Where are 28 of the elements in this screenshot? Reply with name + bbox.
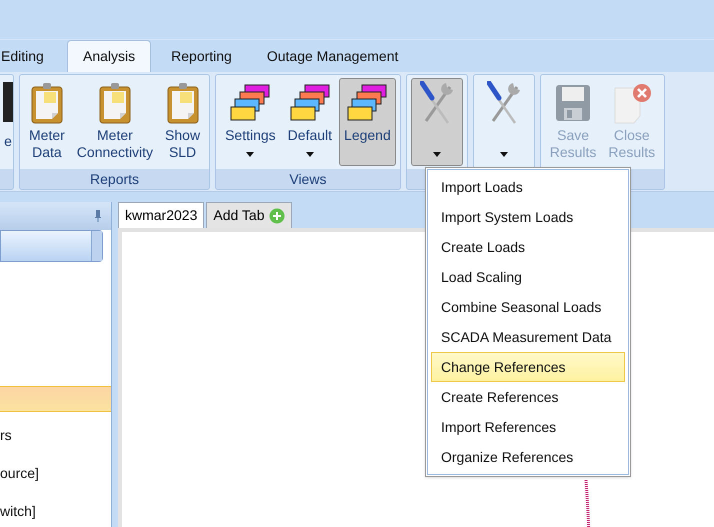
ribbon-tab[interactable]: Reporting [156, 40, 247, 72]
tree-row[interactable]: witch] [0, 496, 111, 527]
ribbon-button[interactable]: Meter Connectivity [72, 78, 158, 166]
ribbon-button[interactable]: Meter Data [24, 78, 70, 166]
menu-item[interactable]: Import System Loads [431, 202, 625, 232]
ribbon-tab[interactable]: Editing [0, 40, 62, 72]
menu-item[interactable]: Import References [431, 412, 625, 442]
menu-item[interactable]: Create Loads [431, 232, 625, 262]
menu-item[interactable]: Combine Seasonal Loads [431, 292, 625, 322]
ribbon-tab[interactable]: Analysis [67, 40, 152, 72]
menu-item[interactable]: Change References [431, 352, 625, 382]
tree-row[interactable]: ource] [0, 458, 111, 489]
ribbon-button[interactable]: Legend [339, 78, 396, 166]
group-label: Reports [90, 170, 140, 189]
menu-item[interactable]: Import Loads [431, 172, 625, 202]
menu-item[interactable]: SCADA Measurement Data [431, 322, 625, 352]
ribbon-button[interactable]: Default [282, 78, 338, 166]
ribbon-button[interactable]: Settings [220, 78, 281, 166]
group-label: Views [289, 170, 326, 188]
document-tab[interactable]: Add Tab [206, 202, 292, 228]
ribbon-button[interactable]: Show SLD [160, 78, 206, 166]
menu-item[interactable]: Load Scaling [431, 262, 625, 292]
menu-item[interactable]: Organize References [431, 442, 625, 472]
menu-item[interactable]: Create References [431, 382, 625, 412]
ribbon-button[interactable]: e [3, 78, 13, 166]
document-tab[interactable]: kwmar2023 [118, 202, 204, 228]
ribbon-tab[interactable]: Outage Management [252, 40, 414, 72]
tree-row[interactable]: rs [0, 420, 111, 450]
